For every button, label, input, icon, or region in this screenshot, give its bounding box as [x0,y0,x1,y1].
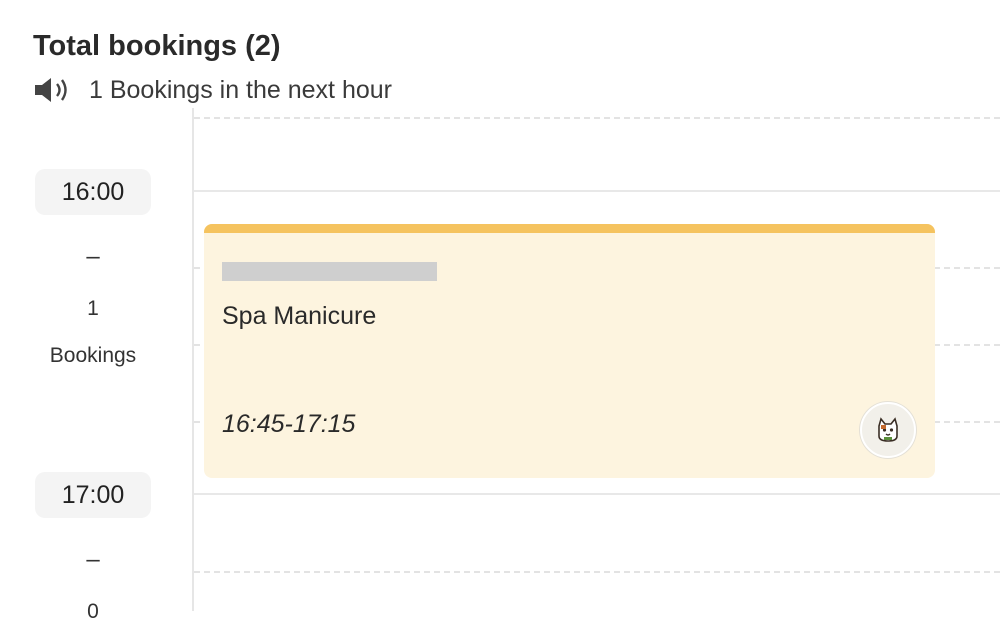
booking-count-label: Bookings [49,344,137,367]
timeline-axis [192,108,194,611]
hour-line [194,190,1000,192]
time-label-16: 16:00 [35,169,151,215]
service-name: Spa Manicure [222,302,377,330]
booking-card[interactable]: Phuong Nguy Spa Manicure 16:45-17:15 [204,224,935,478]
grid-line [194,571,1000,573]
upcoming-notice: 1 Bookings in the next hour [33,74,392,106]
redaction-block [222,262,437,281]
time-separator: – [86,243,100,270]
speaker-icon [35,78,67,102]
hour-line [194,493,1000,495]
staff-avatar[interactable] [860,402,916,458]
booking-count: 0 [87,600,99,623]
time-separator: – [86,546,100,573]
grid-line [194,117,1000,119]
cat-avatar-icon [878,417,898,442]
upcoming-notice-text: 1 Bookings in the next hour [89,75,392,104]
booking-accent-bar [204,224,935,233]
time-label-17: 17:00 [35,472,151,518]
booking-count: 1 [87,297,99,320]
booking-time-range: 16:45-17:15 [222,410,356,438]
page-title: Total bookings (2) [33,30,281,62]
